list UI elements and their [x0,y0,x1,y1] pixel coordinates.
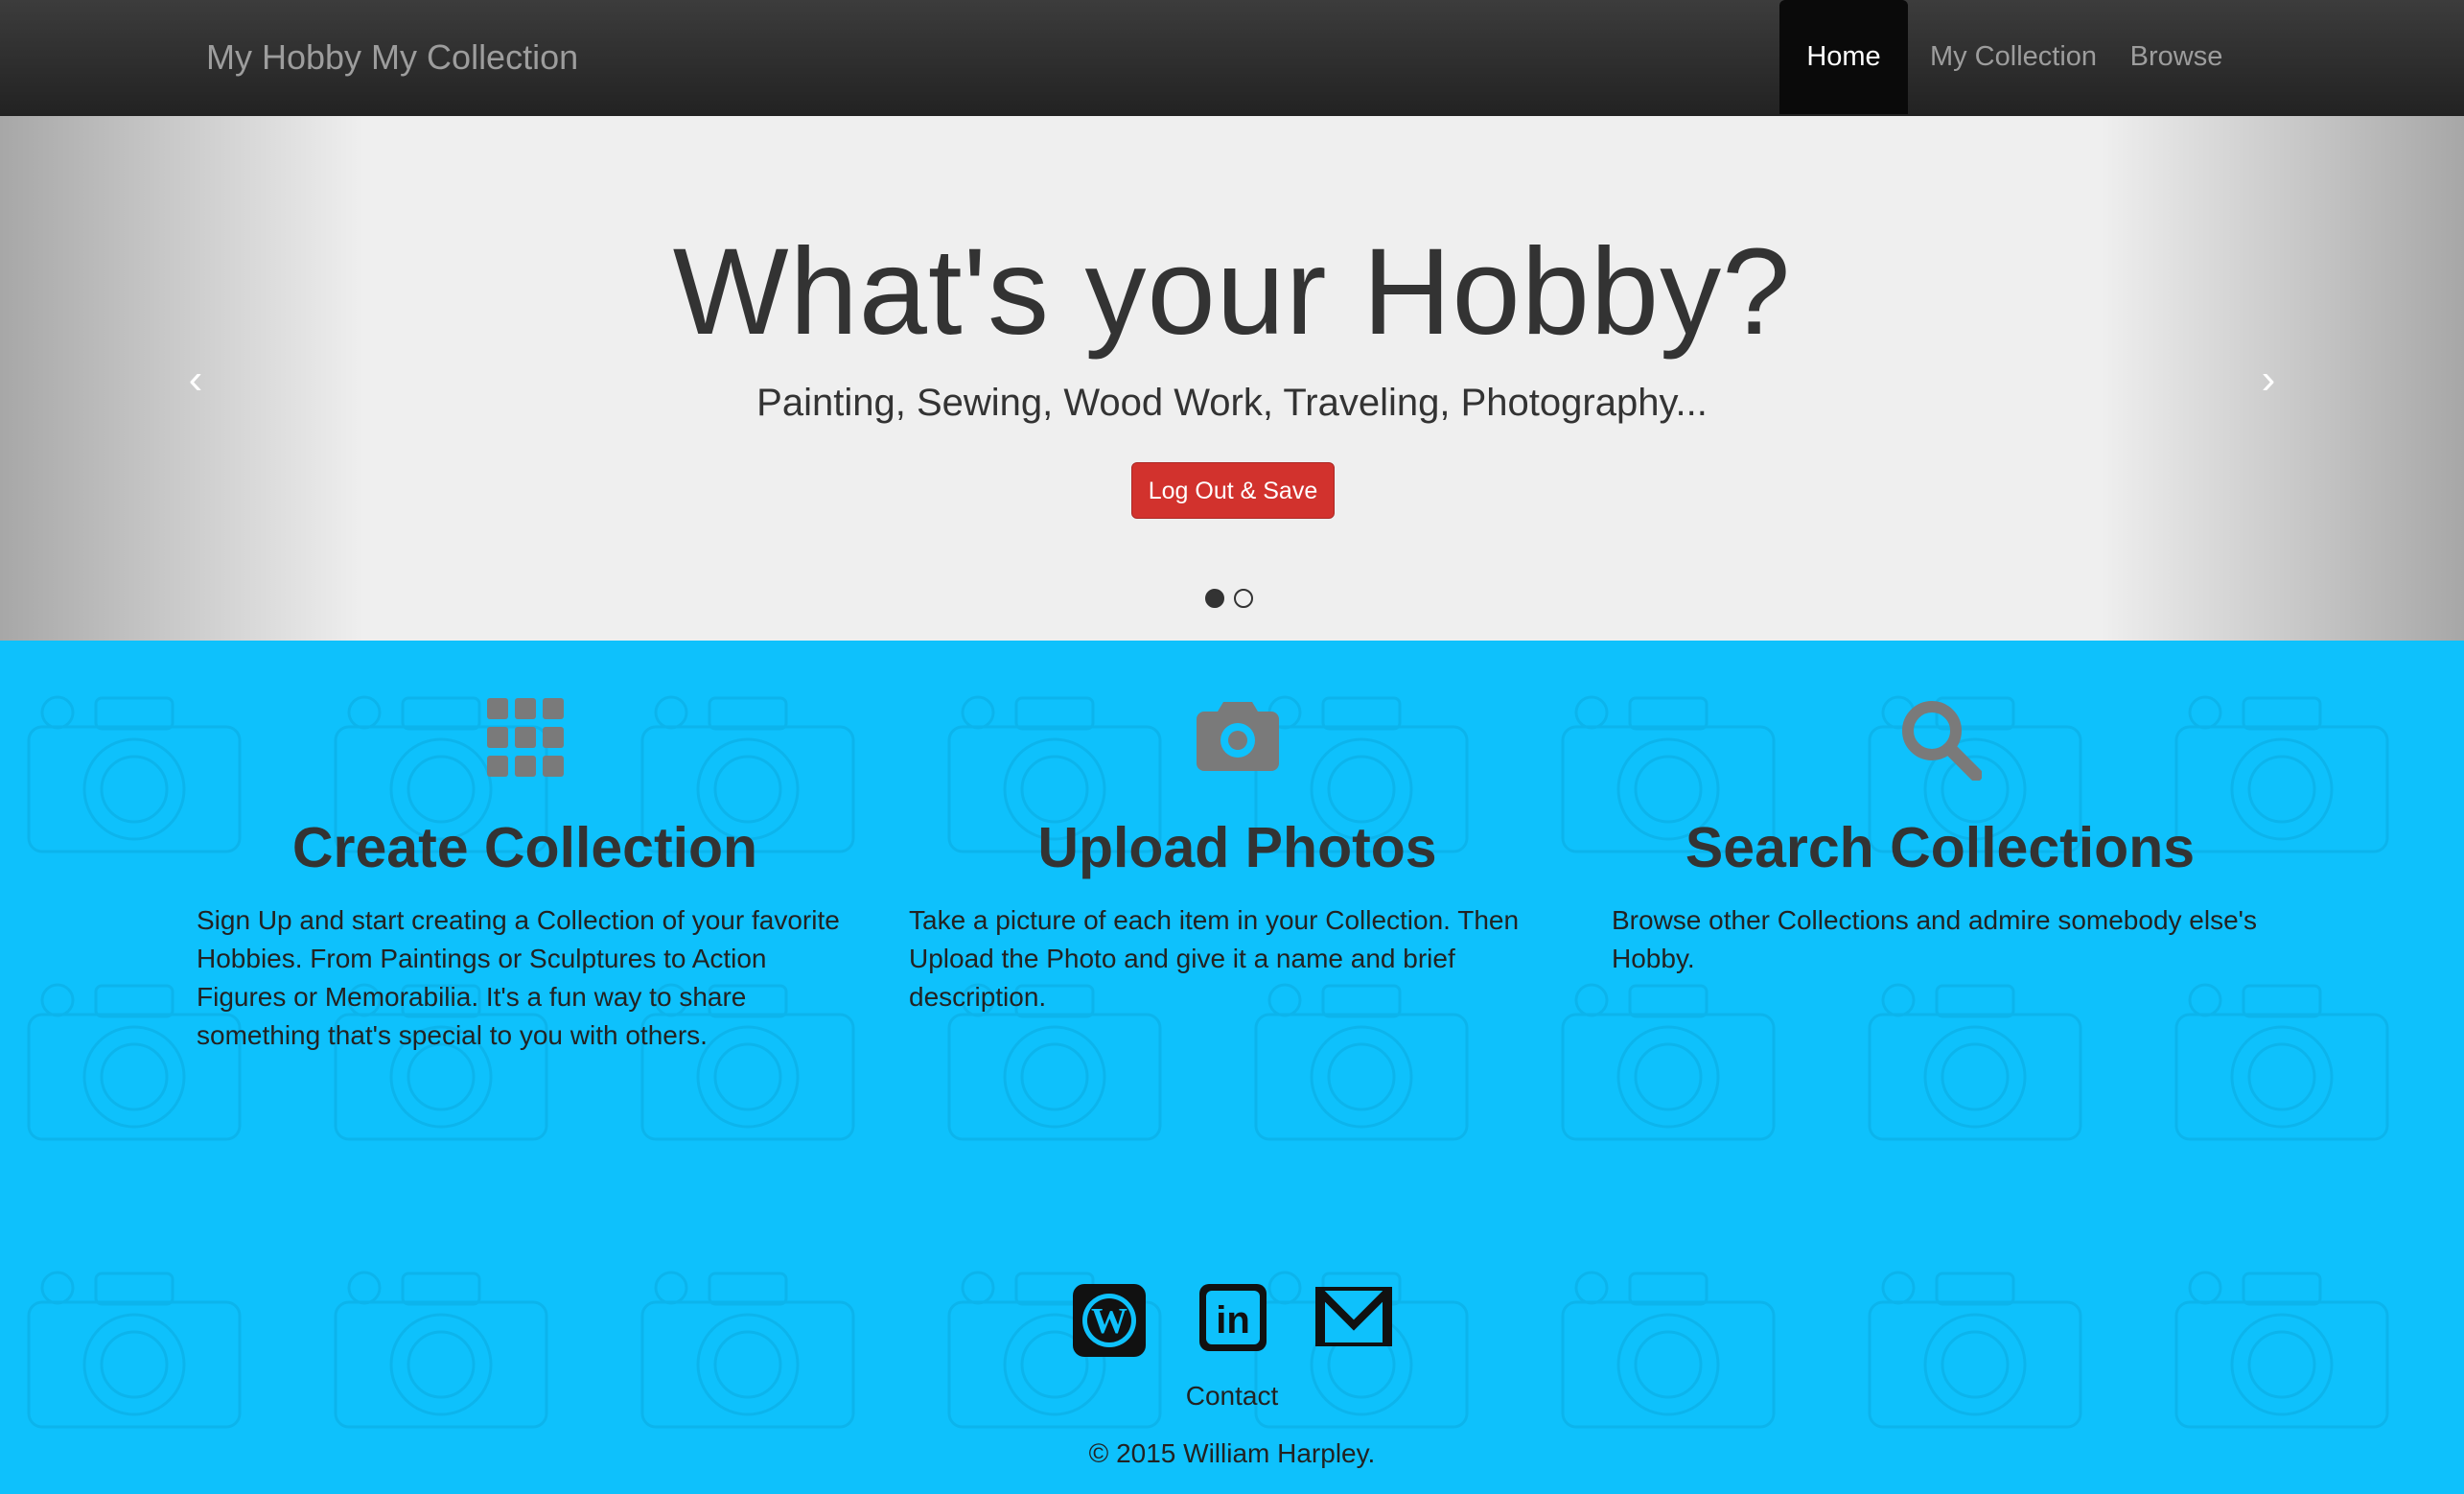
feature-text: Take a picture of each item in your Coll… [909,905,1520,1012]
feature-title: Create Collection [291,816,758,879]
camera-icon [1196,702,1279,771]
search-icon [1901,701,1982,781]
feature-title: Upload Photos [1037,816,1437,879]
grid-icon [486,698,564,777]
nav-home[interactable]: Home [1779,0,1908,114]
linkedin-icon[interactable]: in [1198,1283,1275,1356]
carousel-indicator-2[interactable] [1234,589,1253,608]
svg-text:in: in [1216,1299,1250,1342]
hero-carousel: ‹ › What's your Hobby? Painting, Sewing,… [0,116,2464,641]
hero-title: What's your Hobby? [672,223,1792,361]
navbar: My Hobby My Collection Home My Collectio… [0,0,2464,118]
contact-link[interactable]: Contact [0,1381,2464,1412]
svg-text:W: W [1091,1301,1127,1342]
gmail-icon[interactable] [1315,1287,1392,1360]
copyright-text: © 2015 William Harpley. [1088,1438,1376,1468]
feature-text: Sign Up and start creating a Collection … [197,905,840,1050]
carousel-indicator-1[interactable] [1205,589,1224,608]
hero-subtitle: Painting, Sewing, Wood Work, Traveling, … [756,382,1708,424]
feature-text: Browse other Collections and admire some… [1612,905,2258,973]
nav-my-collection[interactable]: My Collection [1918,0,2109,114]
feature-upload-photos: Upload Photos Take a picture of each ite… [909,641,1566,1024]
logout-save-button[interactable]: Log Out & Save [1131,462,1335,519]
feature-create-collection: Create Collection Sign Up and start crea… [197,641,853,1050]
features-section: Create Collection Sign Up and start crea… [0,641,2464,1494]
feature-title: Search Collections [1685,816,2196,879]
nav-browse[interactable]: Browse [2109,0,2243,114]
brand-link[interactable]: My Hobby My Collection [206,0,578,114]
wordpress-icon[interactable]: W [1072,1283,1149,1357]
feature-search-collections: Search Collections Browse other Collecti… [1612,641,2268,1024]
